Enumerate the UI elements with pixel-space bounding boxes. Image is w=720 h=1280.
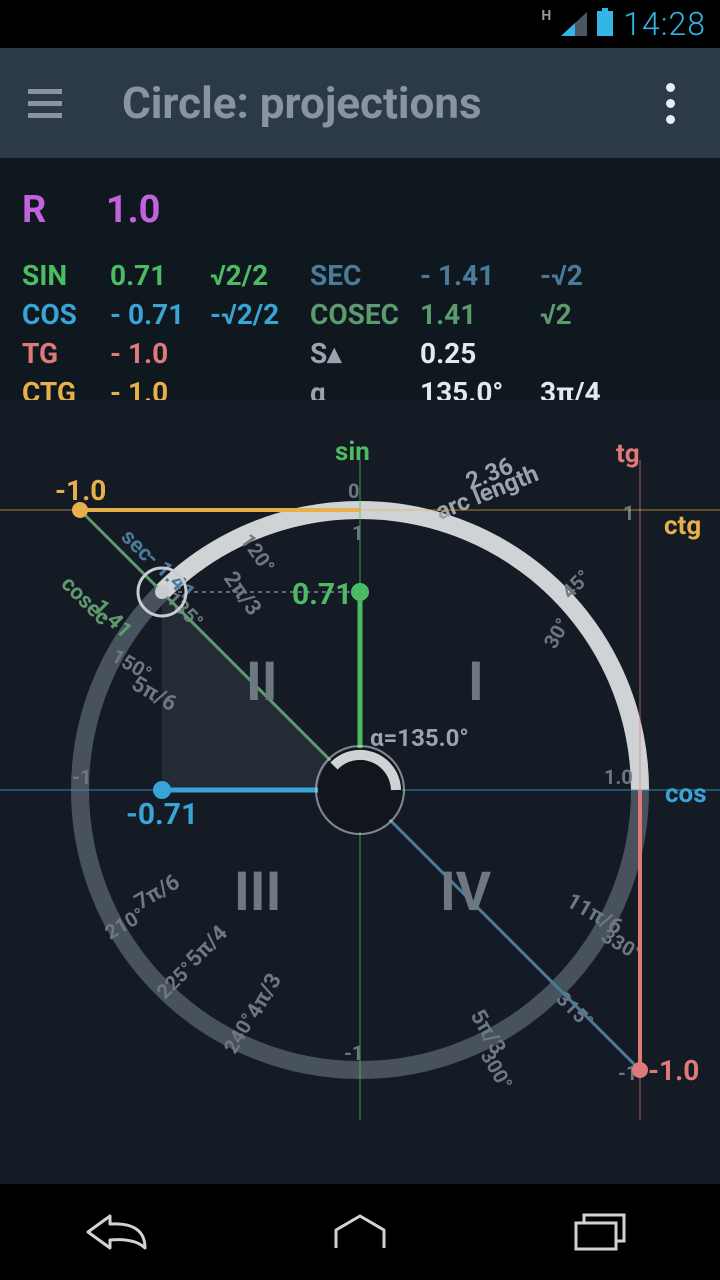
svg-text:IV: IV	[440, 861, 492, 924]
cos-sym: -√2/2	[210, 295, 310, 334]
tg-value: - 1.0	[110, 334, 210, 373]
battery-icon	[597, 8, 613, 40]
svg-text:III: III	[234, 861, 281, 924]
cos-value: - 0.71	[110, 295, 210, 334]
cos-tick-right: 1.0	[604, 765, 633, 789]
overflow-menu-icon[interactable]	[650, 48, 690, 158]
cos-point-value: -0.71	[126, 797, 198, 832]
svg-text:II: II	[246, 651, 278, 714]
sin-point-value: 0.71	[292, 577, 352, 612]
page-title: Circle: projections	[122, 77, 482, 129]
sin-label: SIN	[22, 256, 110, 295]
sin-tick-top: 0	[348, 479, 359, 503]
app-bar: Circle: projections	[0, 48, 720, 158]
sin-tick-bot: -1	[344, 1041, 363, 1065]
svg-text:I: I	[468, 651, 484, 714]
network-badge: H	[541, 8, 551, 24]
radius-label: R	[22, 188, 46, 232]
ctg-axis-label: ctg	[664, 511, 701, 541]
radius-value: 1.0	[106, 188, 161, 232]
tg-label: TG	[22, 334, 110, 373]
sin-tick-one: 1	[352, 521, 363, 545]
status-bar: H 14:28	[0, 0, 720, 48]
sec-sym: -√2	[540, 256, 601, 295]
cos-axis-label: cos	[665, 779, 707, 809]
unit-circle-diagram[interactable]: 2.36 arc length 45° 30° 120° 135° 150° 2…	[0, 400, 720, 1180]
svg-text:5π/4: 5π/4	[182, 921, 234, 973]
tg-tick-top: 1	[623, 501, 634, 525]
signal-icon	[561, 12, 587, 36]
tg-axis-label: tg	[616, 439, 640, 469]
cosec-value: 1.41	[420, 295, 540, 334]
sin-value: 0.71	[110, 256, 210, 295]
sin-axis-label: sin	[335, 437, 370, 467]
cos-tick-left: -1	[72, 765, 91, 789]
sec-label: SEC	[310, 256, 420, 295]
tg-point-value: -1.0	[648, 1054, 699, 1087]
sin-sym: √2/2	[210, 256, 310, 295]
recents-button[interactable]	[540, 1202, 660, 1262]
area-sym	[540, 334, 601, 373]
clock: 14:28	[623, 5, 706, 43]
ctg-point-value: -1.0	[55, 474, 106, 507]
radius-row: R 1.0	[22, 188, 698, 232]
sec-value: - 1.41	[420, 256, 540, 295]
back-button[interactable]	[60, 1202, 180, 1262]
area-label: S▴	[310, 334, 420, 373]
tg-sym	[210, 334, 310, 373]
hamburger-icon[interactable]	[28, 89, 62, 118]
cosec-label: COSEC	[310, 295, 420, 334]
svg-text:30°: 30°	[539, 614, 575, 653]
trig-table: SIN 0.71 √2/2 SEC - 1.41 -√2 COS - 0.71 …	[22, 256, 601, 412]
alpha-center-label: α=135.0°	[370, 724, 469, 752]
svg-text:4π/3: 4π/3	[242, 969, 287, 1023]
svg-text:7π/6: 7π/6	[131, 870, 185, 915]
values-panel: R 1.0 SIN 0.71 √2/2 SEC - 1.41 -√2 COS -…	[0, 158, 720, 436]
area-value: 0.25	[420, 334, 540, 373]
home-button[interactable]	[300, 1202, 420, 1262]
cos-label: COS	[22, 295, 110, 334]
cosec-sym: √2	[540, 295, 601, 334]
system-navbar	[0, 1184, 720, 1280]
